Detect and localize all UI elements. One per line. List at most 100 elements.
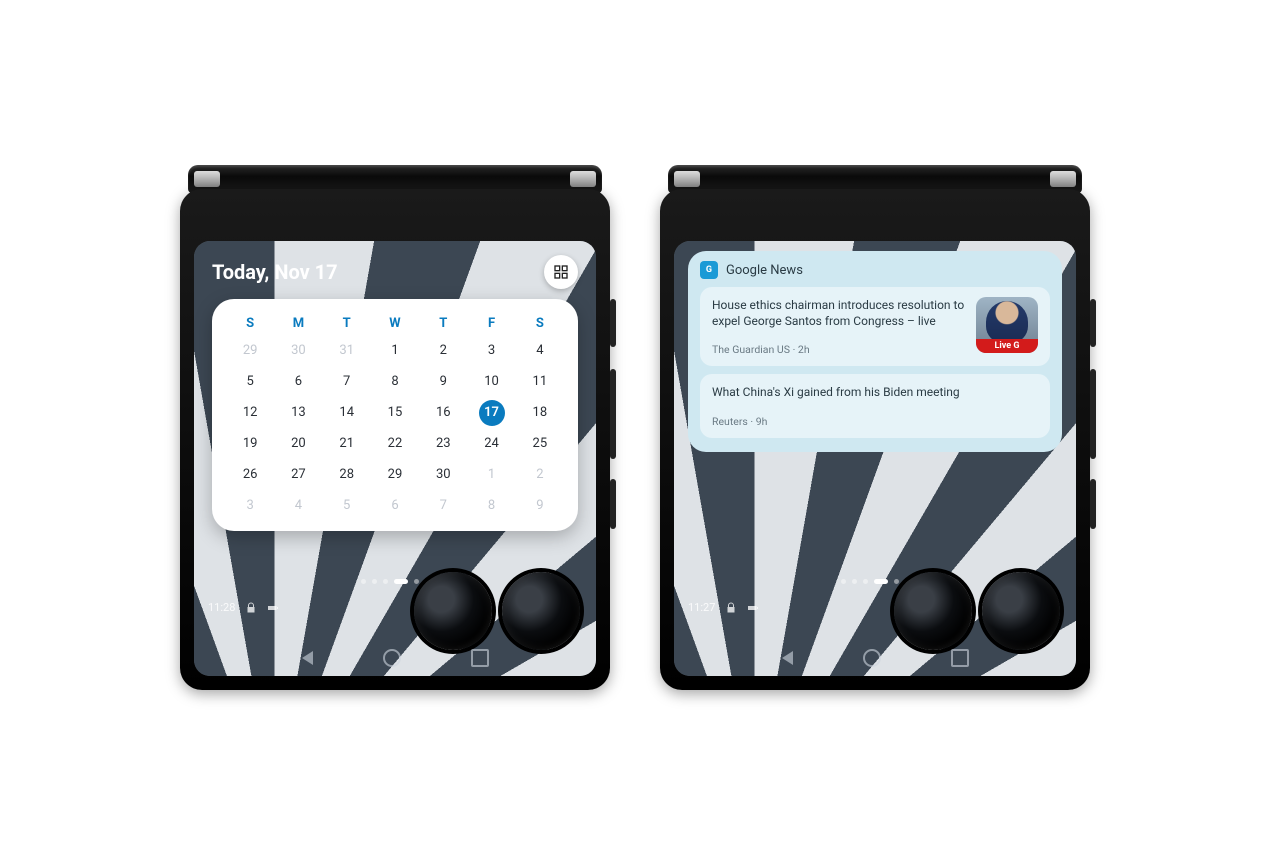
news-meta: The Guardian US · 2h bbox=[712, 343, 966, 356]
recents-icon[interactable] bbox=[471, 649, 489, 667]
page-dot[interactable] bbox=[894, 579, 899, 584]
page-dot[interactable] bbox=[394, 579, 408, 584]
page-dot[interactable] bbox=[414, 579, 419, 584]
calendar-day[interactable]: 22 bbox=[388, 436, 403, 451]
calendar-day[interactable]: 1 bbox=[488, 467, 495, 482]
back-icon[interactable] bbox=[782, 651, 793, 665]
calendar-day[interactable]: 3 bbox=[488, 343, 495, 358]
calendar-day-today[interactable]: 17 bbox=[479, 400, 505, 426]
camera-lens bbox=[894, 572, 972, 650]
flip-phone-calendar: Today, Nov 17 SMTWTFS2930311234567891011… bbox=[180, 165, 610, 690]
home-icon[interactable] bbox=[383, 649, 401, 667]
calendar-day[interactable]: 4 bbox=[536, 343, 543, 358]
calendar-day[interactable]: 2 bbox=[536, 467, 543, 482]
calendar-day[interactable]: 19 bbox=[243, 436, 258, 451]
lock-icon bbox=[245, 602, 257, 614]
status-time: 11:27 bbox=[688, 601, 715, 614]
calendar-day[interactable]: 3 bbox=[246, 498, 253, 513]
calendar-day[interactable]: 5 bbox=[246, 374, 253, 389]
news-story[interactable]: What China's Xi gained from his Biden me… bbox=[700, 374, 1050, 437]
news-headline: What China's Xi gained from his Biden me… bbox=[712, 384, 1038, 400]
calendar-day[interactable]: 8 bbox=[488, 498, 495, 513]
calendar-day[interactable]: 7 bbox=[440, 498, 447, 513]
calendar-day[interactable]: 26 bbox=[243, 467, 258, 482]
calendar-dow: S bbox=[536, 316, 544, 331]
page-dot[interactable] bbox=[852, 579, 857, 584]
calendar-view-toggle-button[interactable] bbox=[544, 255, 578, 289]
calendar-day[interactable]: 23 bbox=[436, 436, 451, 451]
camera-lens bbox=[982, 572, 1060, 650]
page-dot[interactable] bbox=[361, 579, 366, 584]
calendar-day[interactable]: 10 bbox=[484, 374, 499, 389]
calendar-day[interactable]: 16 bbox=[436, 405, 451, 420]
calendar-day[interactable]: 6 bbox=[295, 374, 302, 389]
calendar-dow: W bbox=[389, 316, 400, 331]
calendar-day[interactable]: 9 bbox=[536, 498, 543, 513]
phone-body: G Google News House ethics chairman intr… bbox=[660, 189, 1090, 690]
calendar-day[interactable]: 28 bbox=[339, 467, 354, 482]
calendar-day[interactable]: 24 bbox=[484, 436, 499, 451]
calendar-day[interactable]: 29 bbox=[243, 343, 258, 358]
calendar-widget[interactable]: SMTWTFS293031123456789101112131415161718… bbox=[212, 299, 578, 531]
calendar-day[interactable]: 14 bbox=[339, 405, 354, 420]
volume-up-button[interactable] bbox=[1090, 299, 1096, 347]
live-badge: Live G bbox=[976, 339, 1038, 353]
calendar-dow: T bbox=[343, 316, 351, 331]
google-news-widget[interactable]: G Google News House ethics chairman intr… bbox=[688, 251, 1062, 452]
page-dot[interactable] bbox=[841, 579, 846, 584]
calendar-day[interactable]: 31 bbox=[339, 343, 354, 358]
calendar-day[interactable]: 8 bbox=[391, 374, 398, 389]
news-headline: House ethics chairman introduces resolut… bbox=[712, 297, 966, 329]
calendar-day[interactable]: 4 bbox=[295, 498, 302, 513]
calendar-day[interactable]: 5 bbox=[343, 498, 350, 513]
calendar-day[interactable]: 1 bbox=[391, 343, 398, 358]
calendar-day[interactable]: 18 bbox=[533, 405, 548, 420]
news-thumbnail: Live G bbox=[976, 297, 1038, 353]
page-dot[interactable] bbox=[383, 579, 388, 584]
cover-screen[interactable]: Today, Nov 17 SMTWTFS2930311234567891011… bbox=[194, 241, 596, 676]
calendar-day[interactable]: 7 bbox=[343, 374, 350, 389]
battery-icon bbox=[747, 602, 759, 614]
calendar-day[interactable]: 2 bbox=[440, 343, 447, 358]
calendar-day[interactable]: 20 bbox=[291, 436, 306, 451]
calendar-day[interactable]: 21 bbox=[339, 436, 354, 451]
calendar-title: Today, Nov 17 bbox=[212, 260, 338, 284]
page-dot[interactable] bbox=[372, 579, 377, 584]
calendar-day[interactable]: 12 bbox=[243, 405, 258, 420]
calendar-day[interactable]: 6 bbox=[391, 498, 398, 513]
camera-lens bbox=[502, 572, 580, 650]
flip-phone-news: G Google News House ethics chairman intr… bbox=[660, 165, 1090, 690]
calendar-dow: T bbox=[439, 316, 447, 331]
calendar-day[interactable]: 15 bbox=[388, 405, 403, 420]
calendar-day[interactable]: 30 bbox=[436, 467, 451, 482]
page-dot[interactable] bbox=[863, 579, 868, 584]
battery-icon bbox=[267, 602, 279, 614]
calendar-day[interactable]: 9 bbox=[440, 374, 447, 389]
power-button[interactable] bbox=[1090, 479, 1096, 529]
calendar-day[interactable]: 11 bbox=[533, 374, 548, 389]
news-source-title: Google News bbox=[726, 263, 803, 278]
page-dot[interactable] bbox=[874, 579, 888, 584]
calendar-day[interactable]: 29 bbox=[388, 467, 403, 482]
status-time: 11:28 bbox=[208, 601, 235, 614]
home-icon[interactable] bbox=[863, 649, 881, 667]
calendar-day[interactable]: 27 bbox=[291, 467, 306, 482]
nav-bar[interactable] bbox=[194, 646, 596, 670]
calendar-dow: S bbox=[246, 316, 254, 331]
calendar-day[interactable]: 30 bbox=[291, 343, 306, 358]
news-story[interactable]: House ethics chairman introduces resolut… bbox=[700, 287, 1050, 366]
news-meta: Reuters · 9h bbox=[712, 415, 1038, 428]
nav-bar[interactable] bbox=[674, 646, 1076, 670]
power-button[interactable] bbox=[610, 479, 616, 529]
calendar-day[interactable]: 13 bbox=[291, 405, 306, 420]
volume-down-button[interactable] bbox=[610, 369, 616, 459]
phone-body: Today, Nov 17 SMTWTFS2930311234567891011… bbox=[180, 189, 610, 690]
volume-down-button[interactable] bbox=[1090, 369, 1096, 459]
lock-icon bbox=[725, 602, 737, 614]
cover-screen[interactable]: G Google News House ethics chairman intr… bbox=[674, 241, 1076, 676]
recents-icon[interactable] bbox=[951, 649, 969, 667]
calendar-day[interactable]: 25 bbox=[533, 436, 548, 451]
volume-up-button[interactable] bbox=[610, 299, 616, 347]
status-bar: 11:28 bbox=[208, 601, 279, 614]
back-icon[interactable] bbox=[302, 651, 313, 665]
